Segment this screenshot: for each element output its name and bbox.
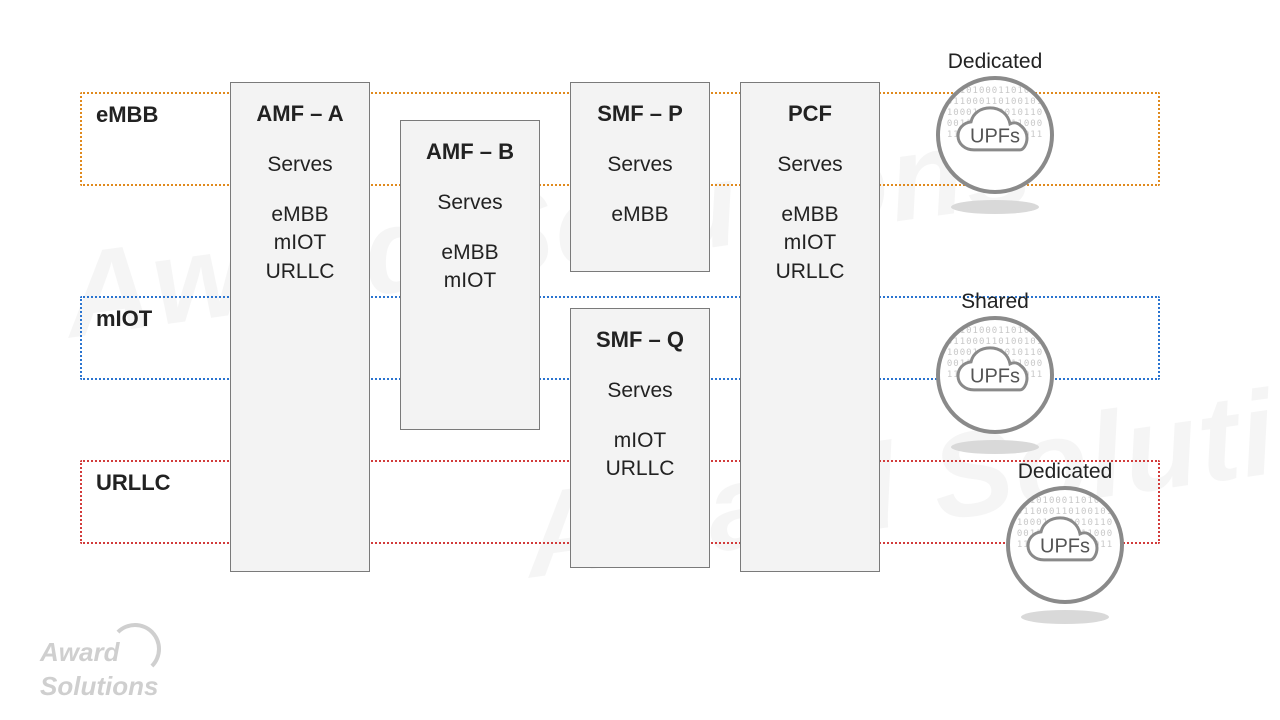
slice-label: eMBB bbox=[96, 102, 158, 128]
upf-node-dedicated-bottom: Dedicated 011010001101001011000110100101… bbox=[1000, 460, 1130, 624]
nf-box-pcf: PCF Serves eMBB mIOT URLLC bbox=[740, 82, 880, 572]
nf-serves-list: eMBB mIOT URLLC bbox=[741, 201, 879, 286]
diagram-canvas: Award Solutions Award Solutions eMBB mIO… bbox=[0, 0, 1280, 720]
nf-serves-list: eMBB mIOT bbox=[401, 239, 539, 296]
nf-title: SMF – Q bbox=[571, 327, 709, 353]
nf-title: AMF – B bbox=[401, 139, 539, 165]
cloud-icon: 0110100011010010110001101001011000110100… bbox=[936, 76, 1054, 194]
brand-logo: AwardSolutions bbox=[40, 623, 161, 698]
nf-box-amf-b: AMF – B Serves eMBB mIOT bbox=[400, 120, 540, 430]
nf-box-smf-p: SMF – P Serves eMBB bbox=[570, 82, 710, 272]
nf-title: PCF bbox=[741, 101, 879, 127]
nf-title: AMF – A bbox=[231, 101, 369, 127]
slice-label: mIOT bbox=[96, 306, 152, 332]
upf-label: UPFs bbox=[970, 126, 1020, 149]
nf-serves-label: Serves bbox=[571, 379, 709, 403]
upf-node-dedicated-top: Dedicated 011010001101001011000110100101… bbox=[930, 50, 1060, 214]
cloud-icon: 0110100011010010110001101001011000110100… bbox=[1006, 486, 1124, 604]
upf-caption: Shared bbox=[930, 290, 1060, 314]
upf-label: UPFs bbox=[970, 366, 1020, 389]
nf-serves-label: Serves bbox=[741, 153, 879, 177]
nf-serves-list: mIOT URLLC bbox=[571, 427, 709, 484]
upf-caption: Dedicated bbox=[930, 50, 1060, 74]
upf-caption: Dedicated bbox=[1000, 460, 1130, 484]
upf-label: UPFs bbox=[1040, 536, 1090, 559]
nf-serves-label: Serves bbox=[401, 191, 539, 215]
nf-box-smf-q: SMF – Q Serves mIOT URLLC bbox=[570, 308, 710, 568]
nf-serves-label: Serves bbox=[231, 153, 369, 177]
nf-serves-label: Serves bbox=[571, 153, 709, 177]
nf-box-amf-a: AMF – A Serves eMBB mIOT URLLC bbox=[230, 82, 370, 572]
nf-title: SMF – P bbox=[571, 101, 709, 127]
slice-label: URLLC bbox=[96, 470, 171, 496]
cloud-icon: 0110100011010010110001101001011000110100… bbox=[936, 316, 1054, 434]
nf-serves-list: eMBB mIOT URLLC bbox=[231, 201, 369, 286]
upf-node-shared: Shared 011010001101001011000110100101100… bbox=[930, 290, 1060, 454]
nf-serves-list: eMBB bbox=[571, 201, 709, 229]
